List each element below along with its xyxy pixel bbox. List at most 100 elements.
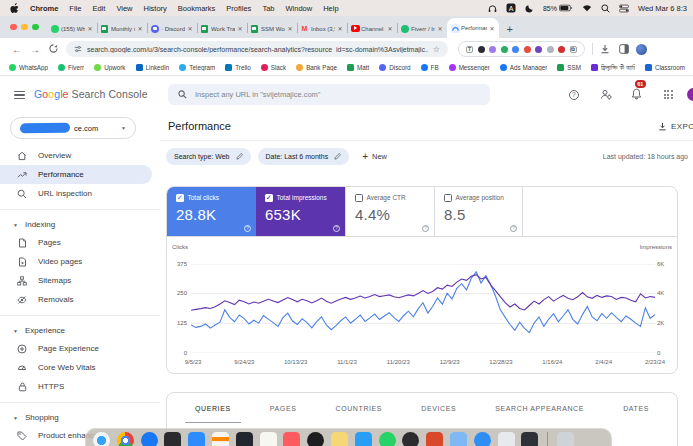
dock-whatsapp-icon[interactable]	[379, 432, 396, 446]
sidebar-item-removals[interactable]: Removals	[0, 290, 160, 309]
battery-indicator[interactable]: 85%	[543, 4, 573, 12]
bookmark-15[interactable]: Classroom	[645, 64, 685, 71]
sidebar-item-pages[interactable]: Pages	[0, 233, 160, 252]
translate-ext-extension-icon[interactable]	[512, 46, 519, 53]
sidebar-section-indexing[interactable]: ▼Indexing	[0, 216, 160, 233]
table-tab-search-appearance[interactable]: SEARCH APPEARANCE	[495, 393, 584, 423]
dock-xcode-icon[interactable]	[355, 432, 372, 446]
menubar-item-help[interactable]: Help	[323, 4, 338, 13]
close-window-button[interactable]	[10, 24, 17, 31]
tab-close-icon[interactable]: ✕	[387, 25, 392, 32]
bookmark-14[interactable]: ফ্রিল্যান্সিং কী ক্যারি...	[591, 64, 635, 72]
browser-tab-4[interactable]: SSM Worki✕	[247, 19, 297, 38]
forward-button[interactable]: →	[26, 44, 44, 55]
dock-trash-icon[interactable]	[557, 432, 574, 446]
bookmark-9[interactable]: Discord	[379, 64, 410, 71]
metric-tile-total-clicks[interactable]: ✓Total clicks28.8K?	[167, 187, 256, 236]
reload-button[interactable]	[44, 44, 62, 55]
menubar-item-edit[interactable]: Edit	[92, 4, 105, 13]
metric-tile-total-impressions[interactable]: ✓Total impressions653K?	[256, 187, 345, 236]
menubar-item-bookmarks[interactable]: Bookmarks	[178, 4, 216, 13]
dock-html-stamp-icon[interactable]	[426, 432, 443, 446]
menubar-item-tab[interactable]: Tab	[262, 4, 274, 13]
dock-safari-icon[interactable]	[93, 432, 110, 446]
filter-chip-0[interactable]: Search type: Web	[166, 148, 251, 165]
browser-tab-2[interactable]: · Discord | A✕	[147, 19, 197, 38]
bookmark-7[interactable]: Bank Page	[296, 64, 337, 71]
table-tab-dates[interactable]: DATES	[623, 393, 649, 423]
dock-camera-icon[interactable]	[402, 432, 419, 446]
dock-zoom-icon[interactable]	[188, 432, 205, 446]
bookmark-6[interactable]: Slack	[261, 64, 286, 71]
bookmark-10[interactable]: FB	[421, 64, 439, 71]
metric-info-icon[interactable]: ?	[510, 225, 517, 232]
bookmark-5[interactable]: Trello	[225, 64, 251, 71]
tab-close-icon[interactable]: ✕	[237, 25, 242, 32]
back-button[interactable]: ←	[8, 44, 26, 55]
metric-tile-average-position[interactable]: Average position8.5?	[434, 187, 523, 236]
input-source-icon[interactable]: A	[506, 3, 516, 13]
sidebar-section-shopping[interactable]: ▼Shopping	[0, 409, 160, 426]
menu-hamburger-icon[interactable]	[14, 91, 25, 101]
dock-messages-icon[interactable]	[450, 432, 467, 446]
gray-ext-extension-icon[interactable]	[547, 46, 554, 53]
dock-files-yellow-icon[interactable]	[331, 432, 348, 446]
url-inspection-searchbox[interactable]: Inspect any URL in "svijetmajice.com"	[168, 84, 490, 105]
dock-chrome-icon[interactable]	[117, 432, 134, 446]
sidebar-item-core-web-vitals[interactable]: Core Web Vitals	[0, 358, 160, 377]
pencil-icon[interactable]	[236, 153, 243, 161]
bookmark-11[interactable]: Messenger	[449, 64, 490, 71]
google-account-avatar[interactable]	[687, 88, 693, 101]
sidebar-item-overview[interactable]: Overview	[0, 146, 160, 165]
metric-tile-average-ctr[interactable]: Average CTR4.4%?	[345, 187, 434, 236]
dock-calendar-icon[interactable]	[236, 432, 253, 446]
browser-tab-0[interactable]: (155) Whats✕	[47, 19, 97, 38]
red-ext-extension-icon[interactable]	[524, 46, 531, 53]
tab-close-icon[interactable]: ✕	[437, 25, 442, 32]
headphones-icon[interactable]	[488, 4, 497, 13]
user-settings-icon[interactable]	[600, 86, 612, 104]
metric-checkbox[interactable]	[355, 194, 363, 202]
bookmark-8[interactable]: Matt	[347, 64, 369, 71]
dock-facebook-icon[interactable]	[141, 432, 158, 446]
filter-chip-1[interactable]: Date: Last 6 months	[258, 148, 350, 165]
do-not-disturb-moon-icon[interactable]	[525, 4, 534, 13]
bookmark-4[interactable]: Telegram	[179, 64, 215, 71]
bookmark-0[interactable]: WhatsApp	[9, 64, 48, 71]
sidebar-item-page-experience[interactable]: Page Experience	[0, 339, 160, 358]
notifications-bell-icon[interactable]: 61	[631, 86, 642, 104]
table-tab-countries[interactable]: COUNTRIES	[336, 393, 383, 423]
pencil-icon[interactable]	[334, 153, 341, 161]
property-selector[interactable]: ce.com ▼	[10, 117, 136, 139]
dock-clock-icon[interactable]	[307, 432, 324, 446]
dark-ext-extension-icon[interactable]	[478, 46, 485, 53]
address-bar[interactable]: search.google.com/u/3/search-console/per…	[66, 41, 448, 57]
extensions-pill[interactable]: T⧉	[458, 41, 585, 57]
browser-tab-3[interactable]: Work Tracki✕	[197, 19, 247, 38]
sidebar-item-url-inspection[interactable]: URL inspection	[0, 184, 160, 203]
bookmark-12[interactable]: Ads Manager	[500, 64, 547, 71]
bookmark-3[interactable]: LinkedIn	[136, 64, 170, 71]
spotlight-search-icon[interactable]	[601, 4, 610, 13]
tab-close-icon[interactable]: ✕	[287, 25, 292, 32]
dock-notes-icon[interactable]	[260, 432, 277, 446]
purple-ext-extension-icon[interactable]	[489, 46, 496, 53]
dock-final-cut-icon[interactable]	[164, 432, 181, 446]
bookmark-2[interactable]: Upwork	[94, 64, 125, 71]
new-tab-button[interactable]: +	[499, 23, 521, 35]
tab-close-icon[interactable]: ✕	[337, 25, 342, 32]
shield-ext-extension-icon[interactable]	[535, 46, 542, 53]
grammarly-extension-icon[interactable]: T	[466, 46, 473, 53]
metric-checkbox[interactable]: ✓	[176, 194, 184, 202]
minimize-window-button[interactable]	[21, 24, 28, 31]
side-panel-icon[interactable]	[619, 40, 629, 58]
downloads-icon[interactable]	[600, 40, 610, 58]
menubar-clock[interactable]: Wed Mar 6 8:3	[638, 4, 687, 13]
tab-close-icon[interactable]: ✕	[489, 25, 494, 32]
sidebar-item-performance[interactable]: Performance	[0, 165, 152, 184]
browser-tab-7[interactable]: Fiverr / Inbo✕	[397, 19, 447, 38]
table-tab-pages[interactable]: PAGES	[270, 393, 297, 423]
sidebar-item-video-pages[interactable]: Video pages	[0, 252, 160, 271]
tab-close-icon[interactable]: ✕	[137, 25, 142, 32]
metric-info-icon[interactable]: ?	[333, 225, 340, 232]
